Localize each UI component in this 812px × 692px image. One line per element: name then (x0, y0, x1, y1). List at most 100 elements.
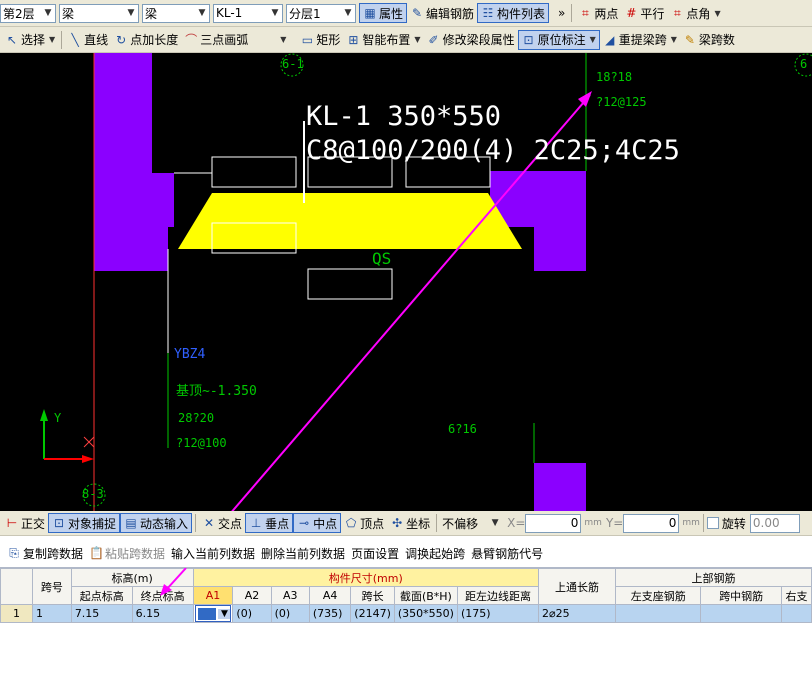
divider (702, 514, 704, 532)
intersection-button[interactable]: ✕ 交点 (199, 513, 245, 533)
x-input[interactable]: 0 (525, 513, 582, 533)
main-toolbar: 第2层 ▼ 梁 ▼ 梁 ▼ KL-1 ▼ 分层1 ▼ ▦ 属性 ✎ 编辑钢筋 ☷ 构件列表 » … (0, 0, 812, 27)
arc-icon: ⌒ (185, 32, 198, 47)
base-elev-label: 基顶~-1.350 (176, 384, 257, 399)
rebar-label: ?12@125 (596, 95, 647, 109)
beam-kl1[interactable] (178, 193, 522, 249)
three-point-arc-button[interactable]: ⌒ 三点画弧 ▼ (181, 30, 289, 50)
axis-label-top-left: 6-1 (282, 57, 304, 71)
y-arrow-icon (40, 409, 48, 421)
point-angle-icon: ⌗ (674, 6, 681, 20)
input-column-button[interactable]: 输入当前列数据 (168, 543, 258, 563)
re-extract-icon: ◢ (605, 32, 615, 47)
header-span-length: 跨长 (350, 586, 395, 605)
cell-right-support[interactable] (781, 604, 812, 623)
rebar-label: 18?18 (596, 70, 633, 84)
rotate-checkbox[interactable] (706, 517, 719, 529)
chevron-down-icon: ▼ (589, 35, 596, 44)
span-count-button[interactable]: ✎ 梁跨数 (680, 30, 738, 50)
type1-select[interactable]: 梁 ▼ (59, 3, 139, 23)
divider (571, 4, 573, 22)
parallel-button[interactable]: # 平行 (621, 3, 667, 23)
a1-dropdown[interactable]: ▼ (194, 605, 232, 622)
page-setup-button[interactable]: 页面设置 (348, 543, 402, 563)
cell-span[interactable]: 1 (31, 604, 72, 623)
header-a2: A2 (232, 586, 272, 605)
header-a3: A3 (270, 586, 310, 605)
in-situ-label-button[interactable]: ⊡ 原位标注 ▼ (517, 29, 600, 50)
type2-select[interactable]: 梁 ▼ (142, 3, 210, 23)
column-left[interactable] (94, 53, 174, 271)
cell-span-length[interactable]: (2147) (350, 604, 395, 623)
y-input[interactable]: 0 (623, 513, 680, 533)
vertex-icon: ⬠ (345, 516, 357, 530)
vertex-button[interactable]: ⬠ 顶点 (341, 513, 387, 533)
header-right-support: 右支 (781, 586, 812, 605)
rotate-label: 旋转 (721, 516, 746, 531)
delete-column-button[interactable]: 删除当前列数据 (258, 543, 348, 563)
grid-toolbar: ⎘ 复制跨数据 📋 粘贴跨数据 输入当前列数据 删除当前列数据 页面设置 调换起始跨… (0, 541, 812, 565)
cell-start-elev[interactable]: 7.15 (70, 604, 133, 623)
line-button[interactable]: ╲ 直线 (65, 30, 111, 50)
qs-label: QS (372, 249, 392, 268)
brush-icon: ✎ (684, 32, 695, 47)
header-top-bar: 上通长筋 (538, 568, 617, 605)
cell-a3[interactable]: (0) (270, 604, 310, 623)
header-size: 构件尺寸(mm) (192, 568, 540, 587)
paste-span-data-button[interactable]: 📋 粘贴跨数据 (86, 543, 168, 563)
dynamic-input-icon: ▤ (125, 516, 137, 530)
x-unit: mm (584, 518, 602, 528)
rotate-input[interactable]: 0.00 (749, 513, 800, 533)
point-length-button[interactable]: ↻ 点加长度 (111, 30, 181, 50)
rectangle-icon: ▭ (301, 32, 314, 47)
chevron-down-icon: ▼ (44, 8, 52, 18)
rebar-label: ?12@100 (176, 436, 227, 450)
cad-canvas[interactable]: 6-1 6 8-3 KL-1 350*550 C8@100/200(4) 2C2… (0, 53, 812, 511)
sublayer-select[interactable]: 分层1 ▼ (286, 3, 356, 23)
table-row[interactable]: 1 1 7.15 6.15 ▼ (0) (0) (735) (2147) (35… (0, 604, 812, 623)
cell-top-bar[interactable]: 2⌀25 (538, 604, 617, 623)
column-bottom-right[interactable] (534, 463, 586, 511)
perpendicular-button[interactable]: ⊥ 垂点 (245, 513, 294, 533)
coordinate-button[interactable]: ✣ 坐标 (387, 513, 433, 533)
midpoint-button[interactable]: ⊸ 中点 (293, 513, 342, 533)
two-point-button[interactable]: ⌗ 两点 (575, 3, 621, 23)
rebar-box (211, 156, 297, 188)
smart-layout-icon: ⊞ (348, 32, 359, 47)
object-snap-button[interactable]: ⊡ 对象捕捉 (48, 513, 121, 533)
draw-toolbar: ↖ 选择 ▼ ╲ 直线 ↻ 点加长度 ⌒ 三点画弧 ▼ ▭ 矩形 ⊞ 智能布置 ▼ ✐ 修改梁段属性… (0, 27, 812, 53)
modify-beam-button[interactable]: ✐ 修改梁段属性 (424, 30, 518, 50)
cell-a4[interactable]: (735) (308, 604, 352, 623)
swap-start-span-button[interactable]: 调换起始跨 (402, 543, 468, 563)
header-a4: A4 (308, 586, 352, 605)
cell-end-elev[interactable]: 6.15 (131, 604, 194, 623)
edit-rebar-button[interactable]: ✎ 编辑钢筋 (407, 3, 477, 23)
cell-a1[interactable]: ▼ (192, 604, 234, 623)
span-table: 跨号 标高(m) 构件尺寸(mm) 上通长筋 上部钢筋 起点标高 终点标高 A1… (0, 568, 812, 623)
re-extract-span-button[interactable]: ◢ 重提梁跨 ▼ (600, 30, 680, 50)
modify-icon: ✐ (428, 32, 439, 47)
cell-left-dist[interactable]: (175) (456, 604, 540, 623)
floor-select[interactable]: 第2层 ▼ (0, 3, 56, 23)
offset-mode-select[interactable]: 不偏移 ▼ (440, 514, 502, 533)
more-button[interactable]: » (555, 3, 568, 23)
component-select[interactable]: KL-1 ▼ (213, 3, 283, 23)
point-angle-button[interactable]: ⌗ 点角 ▼ (667, 3, 723, 23)
copy-span-data-button[interactable]: ⎘ 复制跨数据 (4, 543, 86, 563)
select-button[interactable]: ↖ 选择 ▼ (2, 30, 58, 50)
cantilever-code-button[interactable]: 悬臂钢筋代号 (468, 543, 546, 563)
orthogonal-button[interactable]: ⊢ 正交 (2, 513, 48, 533)
component-list-button[interactable]: ☷ 构件列表 (477, 3, 550, 23)
cell-left-support[interactable] (615, 604, 702, 623)
y-axis-label: Y (54, 411, 62, 425)
smart-layout-button[interactable]: ⊞ 智能布置 ▼ (343, 30, 423, 50)
y-label: Y= (605, 516, 624, 530)
arrow-head-icon (578, 91, 592, 107)
rectangle-button[interactable]: ▭ 矩形 (297, 30, 343, 50)
cell-section[interactable]: (350*550) (393, 604, 458, 623)
properties-button[interactable]: ▦ 属性 (359, 3, 408, 23)
corner-cell (0, 568, 33, 605)
dynamic-input-button[interactable]: ▤ 动态输入 (120, 513, 193, 533)
cell-a2[interactable]: (0) (232, 604, 272, 623)
cell-mid-span[interactable] (700, 604, 782, 623)
